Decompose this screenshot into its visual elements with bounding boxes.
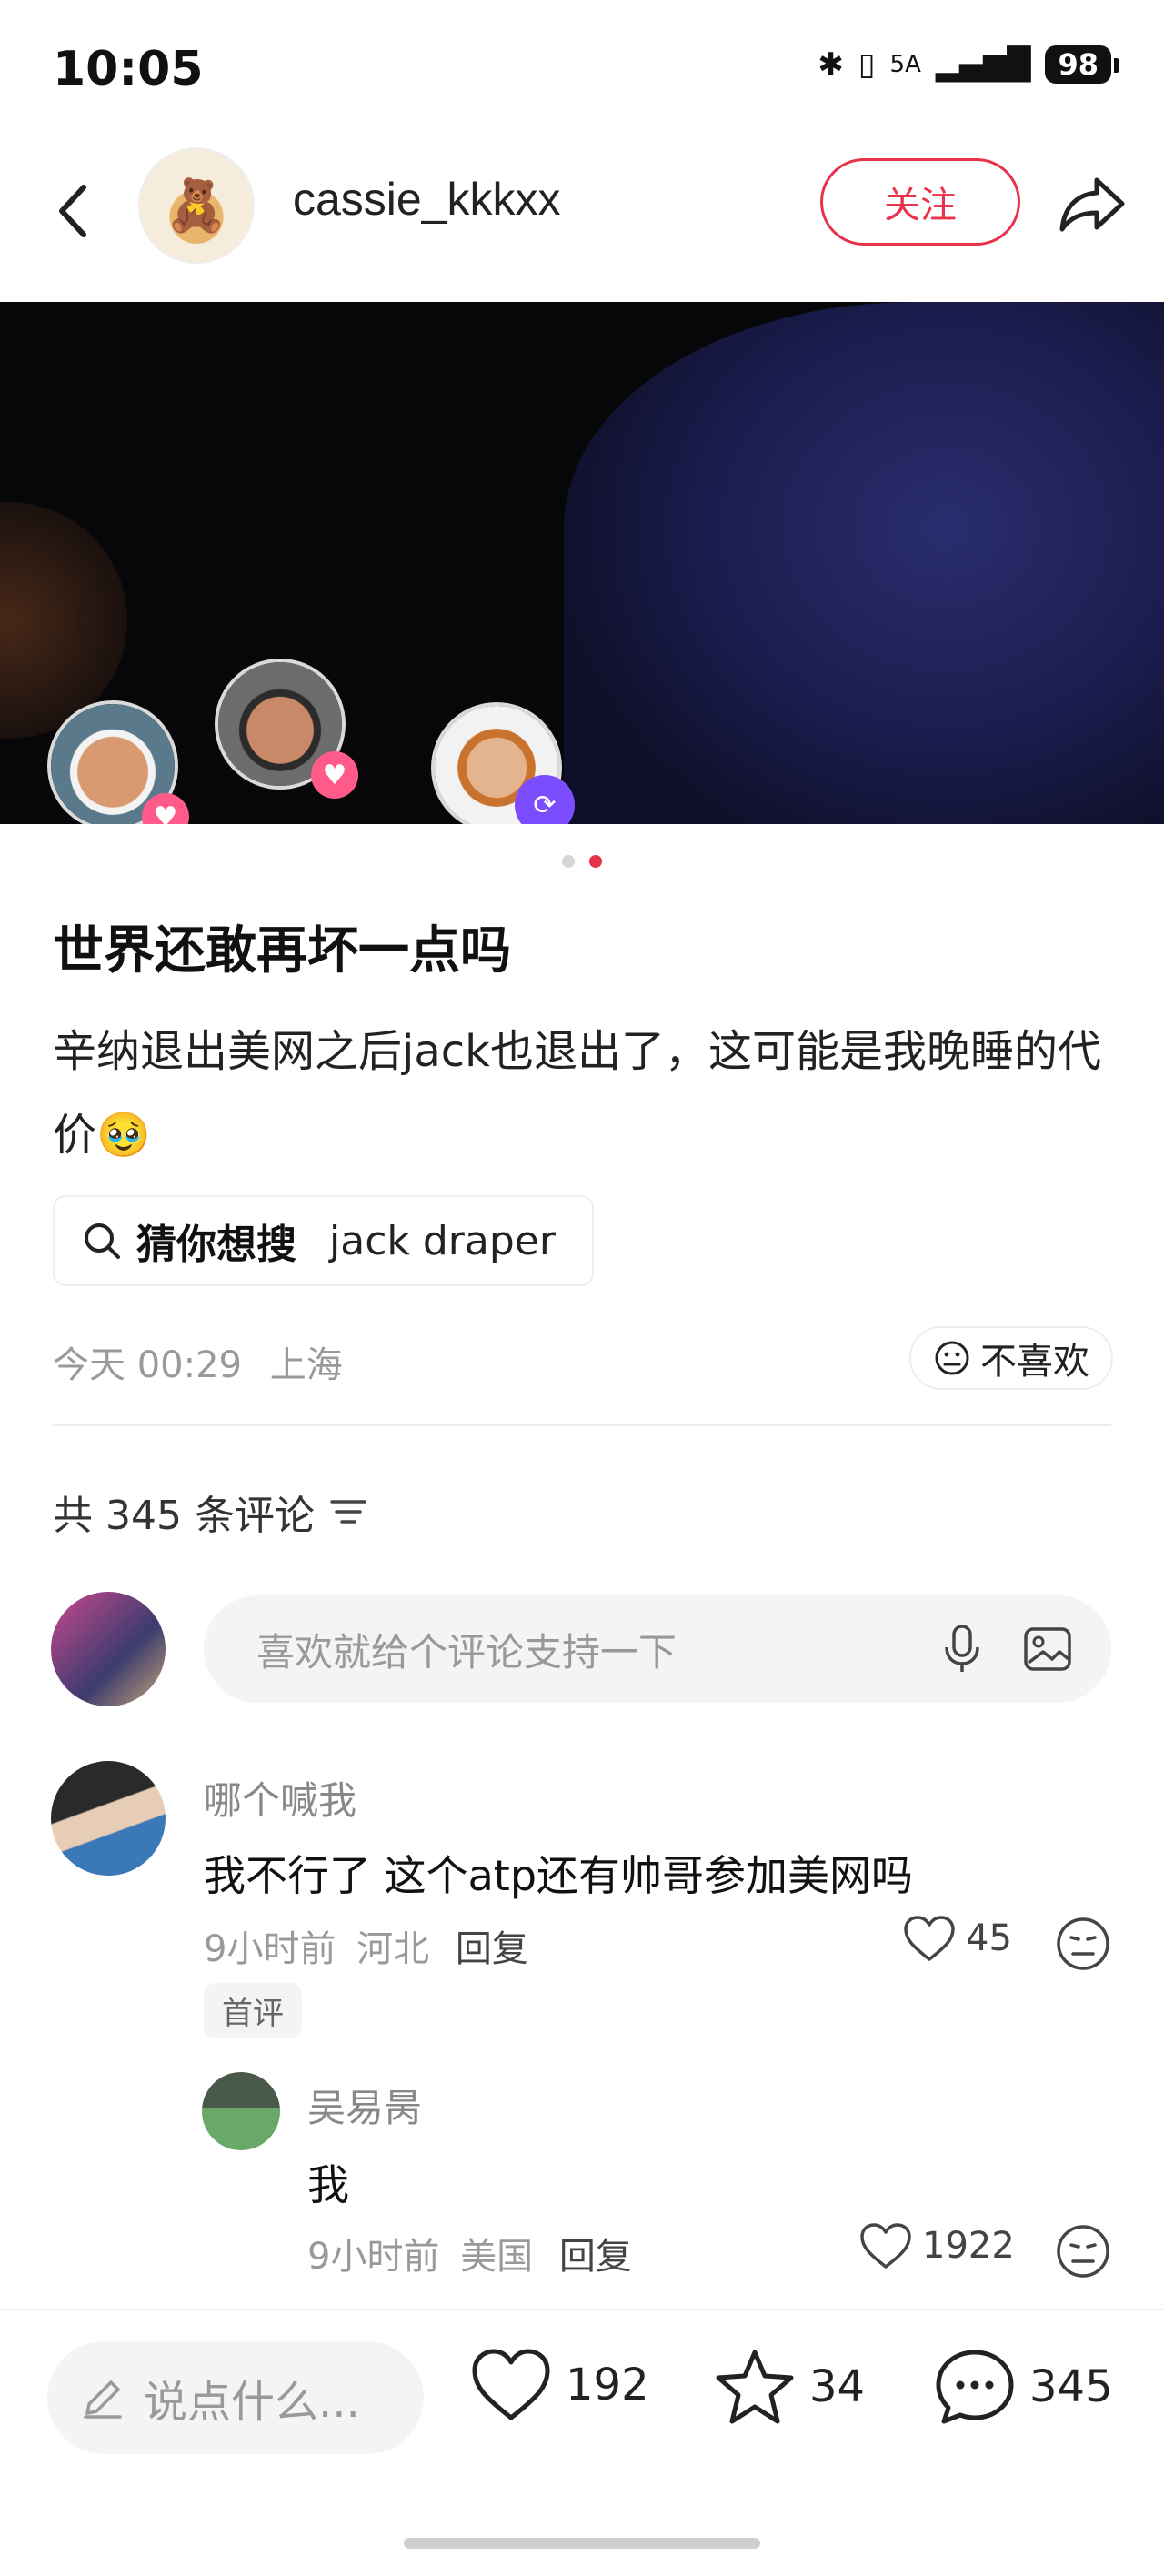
commenter-avatar[interactable] bbox=[51, 1761, 166, 1876]
pencil-icon bbox=[84, 2380, 122, 2419]
like-button[interactable]: 192 bbox=[469, 2347, 649, 2423]
say-something-placeholder: 说点什么... bbox=[144, 2377, 360, 2428]
pager-dot[interactable] bbox=[562, 855, 575, 868]
player-shirt-photo bbox=[564, 302, 1164, 824]
battery-indicator: 98 bbox=[1045, 45, 1119, 84]
comment-text[interactable]: 我不行了 这个atp还有帅哥参加美网吗 bbox=[204, 1843, 913, 1903]
reply-text[interactable]: 我 bbox=[307, 2152, 349, 2212]
post-location: 上海 bbox=[269, 1344, 343, 1386]
image-upload-icon[interactable] bbox=[1020, 1622, 1075, 1676]
collect-button[interactable]: 34 bbox=[713, 2347, 865, 2427]
sort-icon bbox=[330, 1500, 366, 1524]
reply-button[interactable]: 回复 bbox=[456, 1928, 528, 1970]
pager-dot-active[interactable] bbox=[589, 855, 602, 868]
signal-icon: ▂▄▆█ bbox=[935, 46, 1031, 83]
share-button[interactable] bbox=[1055, 167, 1129, 242]
heart-badge-icon: ♥ bbox=[311, 751, 358, 799]
current-user-avatar[interactable] bbox=[51, 1592, 166, 1706]
comment-button[interactable]: 345 bbox=[933, 2347, 1113, 2427]
comment-time: 9小时前 bbox=[204, 1928, 336, 1970]
author-avatar[interactable]: 🧸 bbox=[138, 147, 255, 264]
search-icon bbox=[85, 1223, 120, 1259]
reply-commenter-name[interactable]: 吴易昺 bbox=[307, 2078, 422, 2133]
network-label: 5A bbox=[889, 51, 921, 78]
heart-outline-icon bbox=[904, 1916, 955, 1961]
suggested-search-chip[interactable]: 猜你想搜 jack draper bbox=[53, 1195, 594, 1286]
follow-button[interactable]: 关注 bbox=[820, 158, 1020, 246]
share-arrow-icon bbox=[1059, 177, 1125, 232]
comment-bubble-icon bbox=[936, 2350, 1014, 2424]
reply-dislike-face-icon[interactable] bbox=[1055, 2223, 1111, 2279]
say-something-input[interactable]: 说点什么... bbox=[47, 2341, 424, 2454]
search-chip-term: jack draper bbox=[329, 1217, 556, 1264]
search-chip-label: 猜你想搜 bbox=[136, 1222, 296, 1268]
back-button[interactable] bbox=[44, 173, 102, 249]
reply-location: 美国 bbox=[460, 2236, 534, 2278]
comment-input-placeholder: 喜欢就给个评论支持一下 bbox=[256, 1629, 677, 1675]
comment-dislike-face-icon[interactable] bbox=[1055, 1916, 1111, 1972]
first-comment-badge: 首评 bbox=[204, 1983, 302, 2038]
post-image-carousel[interactable]: ♥ ♥ ⟳ bbox=[0, 302, 1164, 824]
bluetooth-icon: ✱ bbox=[818, 46, 844, 83]
comment-meta: 9小时前 河北 回复 bbox=[204, 1919, 528, 1972]
post-meta: 今天 00:29 上海 bbox=[53, 1335, 343, 1388]
post-header: 🧸 cassie_kkkxx 关注 bbox=[0, 136, 1164, 300]
home-indicator[interactable] bbox=[404, 2538, 760, 2549]
star-icon bbox=[716, 2350, 794, 2424]
dislike-button[interactable]: 不喜欢 bbox=[909, 1326, 1113, 1390]
collect-count: 34 bbox=[809, 2361, 866, 2412]
comment-count-header[interactable]: 共 345 条评论 bbox=[53, 1483, 367, 1541]
bottom-action-bar: 说点什么... 192 34 345 bbox=[0, 2309, 1164, 2576]
post-date: 今天 00:29 bbox=[53, 1344, 242, 1386]
comment-location: 河北 bbox=[356, 1928, 430, 1970]
vibrate-icon: ▯ bbox=[858, 46, 876, 83]
clock: 10:05 bbox=[53, 42, 204, 96]
comment-like-button[interactable]: 45 bbox=[902, 1914, 1012, 1963]
heart-icon bbox=[472, 2349, 550, 2420]
heart-outline-icon bbox=[860, 2223, 911, 2269]
post-body: 辛纳退出美网之后jack也退出了，这可能是我晚睡的代价🥹 bbox=[53, 1026, 1101, 1161]
post-title: 世界还敢再坏一点吗 bbox=[53, 921, 511, 981]
status-icons: ✱ ▯ 5A ▂▄▆█ 98 bbox=[818, 45, 1119, 84]
comment-count: 345 bbox=[1029, 2361, 1113, 2412]
reply-meta: 9小时前 美国 回复 bbox=[307, 2227, 632, 2279]
carousel-pager bbox=[0, 855, 1164, 868]
section-divider bbox=[53, 1424, 1111, 1426]
dislike-label: 不喜欢 bbox=[980, 1341, 1089, 1383]
reply-time: 9小时前 bbox=[307, 2236, 440, 2278]
commenter-name[interactable]: 哪个喊我 bbox=[204, 1770, 356, 1826]
comment-count-label: 共 345 条评论 bbox=[53, 1493, 315, 1539]
author-username[interactable]: cassie_kkkxx bbox=[293, 173, 561, 226]
reply-like-count: 1922 bbox=[922, 2225, 1015, 2267]
comment-like-count: 45 bbox=[966, 1917, 1012, 1959]
reply-like-button[interactable]: 1922 bbox=[858, 2221, 1015, 2270]
bear-avatar-icon: 🧸 bbox=[165, 176, 228, 236]
like-count: 192 bbox=[566, 2360, 649, 2410]
back-arrow-icon bbox=[59, 185, 86, 237]
reply-commenter-avatar[interactable] bbox=[202, 2072, 280, 2150]
microphone-icon[interactable] bbox=[935, 1622, 989, 1676]
reply-button[interactable]: 回复 bbox=[559, 2236, 632, 2278]
neutral-face-icon bbox=[935, 1341, 969, 1375]
comment-input-field[interactable]: 喜欢就给个评论支持一下 bbox=[204, 1595, 1111, 1703]
status-bar: 10:05 ✱ ▯ 5A ▂▄▆█ 98 bbox=[0, 0, 1164, 136]
